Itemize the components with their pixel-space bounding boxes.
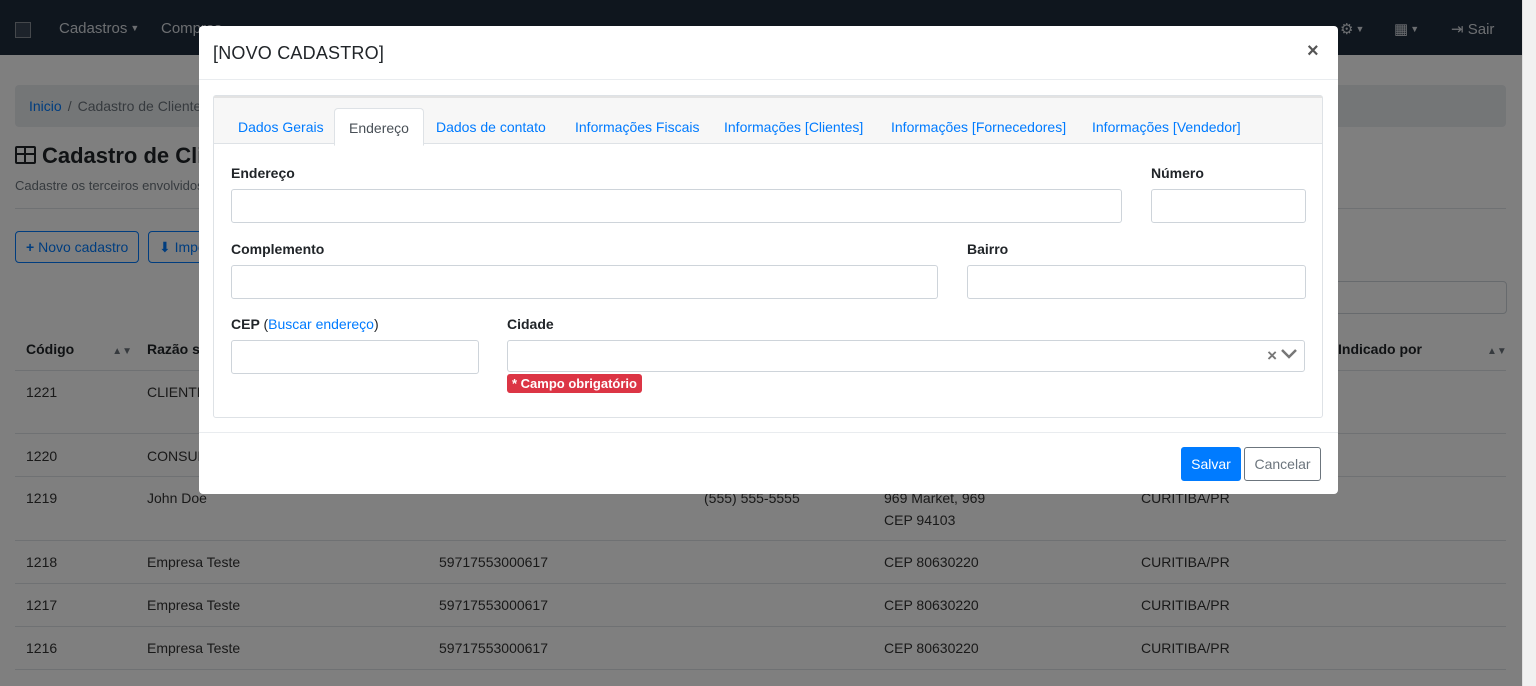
cidade-select[interactable]: × (507, 340, 1305, 372)
tab-card: Dados Gerais Endereço Dados de contato I… (213, 95, 1323, 418)
complemento-input[interactable] (231, 265, 938, 299)
required-field-badge: * Campo obrigatório (507, 374, 642, 393)
endereco-input[interactable] (231, 189, 1122, 223)
paren-close: ) (373, 316, 379, 332)
cidade-label: Cidade (507, 316, 554, 332)
tab-informacoes-fiscais[interactable]: Informações Fiscais (561, 108, 713, 146)
cep-input[interactable] (231, 340, 479, 374)
tab-informacoes-fornecedores[interactable]: Informações [Fornecedores] (877, 108, 1080, 146)
close-icon[interactable]: × (1307, 40, 1319, 63)
modal-title: [NOVO CADASTRO] (213, 43, 385, 63)
page-scrollbar[interactable] (1522, 0, 1536, 686)
tab-dados-gerais[interactable]: Dados Gerais (224, 108, 338, 146)
cep-label-text: CEP (231, 316, 260, 332)
chevron-down-icon[interactable] (1280, 347, 1298, 361)
bairro-input[interactable] (967, 265, 1306, 299)
clear-icon[interactable]: × (1267, 346, 1277, 366)
bairro-label: Bairro (967, 241, 1009, 257)
tab-informacoes-clientes[interactable]: Informações [Clientes] (710, 108, 877, 146)
numero-input[interactable] (1151, 189, 1306, 223)
complemento-label: Complemento (231, 241, 325, 257)
save-button[interactable]: Salvar (1181, 447, 1241, 481)
endereco-label: Endereço (231, 165, 295, 181)
numero-label: Número (1151, 165, 1204, 181)
tab-endereco[interactable]: Endereço (334, 108, 424, 146)
tab-dados-contato[interactable]: Dados de contato (422, 108, 560, 146)
cep-label: CEP (Buscar endereço) (231, 316, 379, 332)
tab-strip: Dados Gerais Endereço Dados de contato I… (214, 96, 1322, 146)
new-record-modal: [NOVO CADASTRO] × Dados Gerais Endereço … (199, 26, 1338, 494)
modal-footer: Salvar Cancelar (199, 432, 1338, 494)
cancel-button[interactable]: Cancelar (1244, 447, 1321, 481)
modal-header: [NOVO CADASTRO] × (199, 26, 1338, 80)
tab-informacoes-vendedor[interactable]: Informações [Vendedor] (1078, 108, 1255, 146)
buscar-endereco-link[interactable]: Buscar endereço (268, 316, 374, 332)
